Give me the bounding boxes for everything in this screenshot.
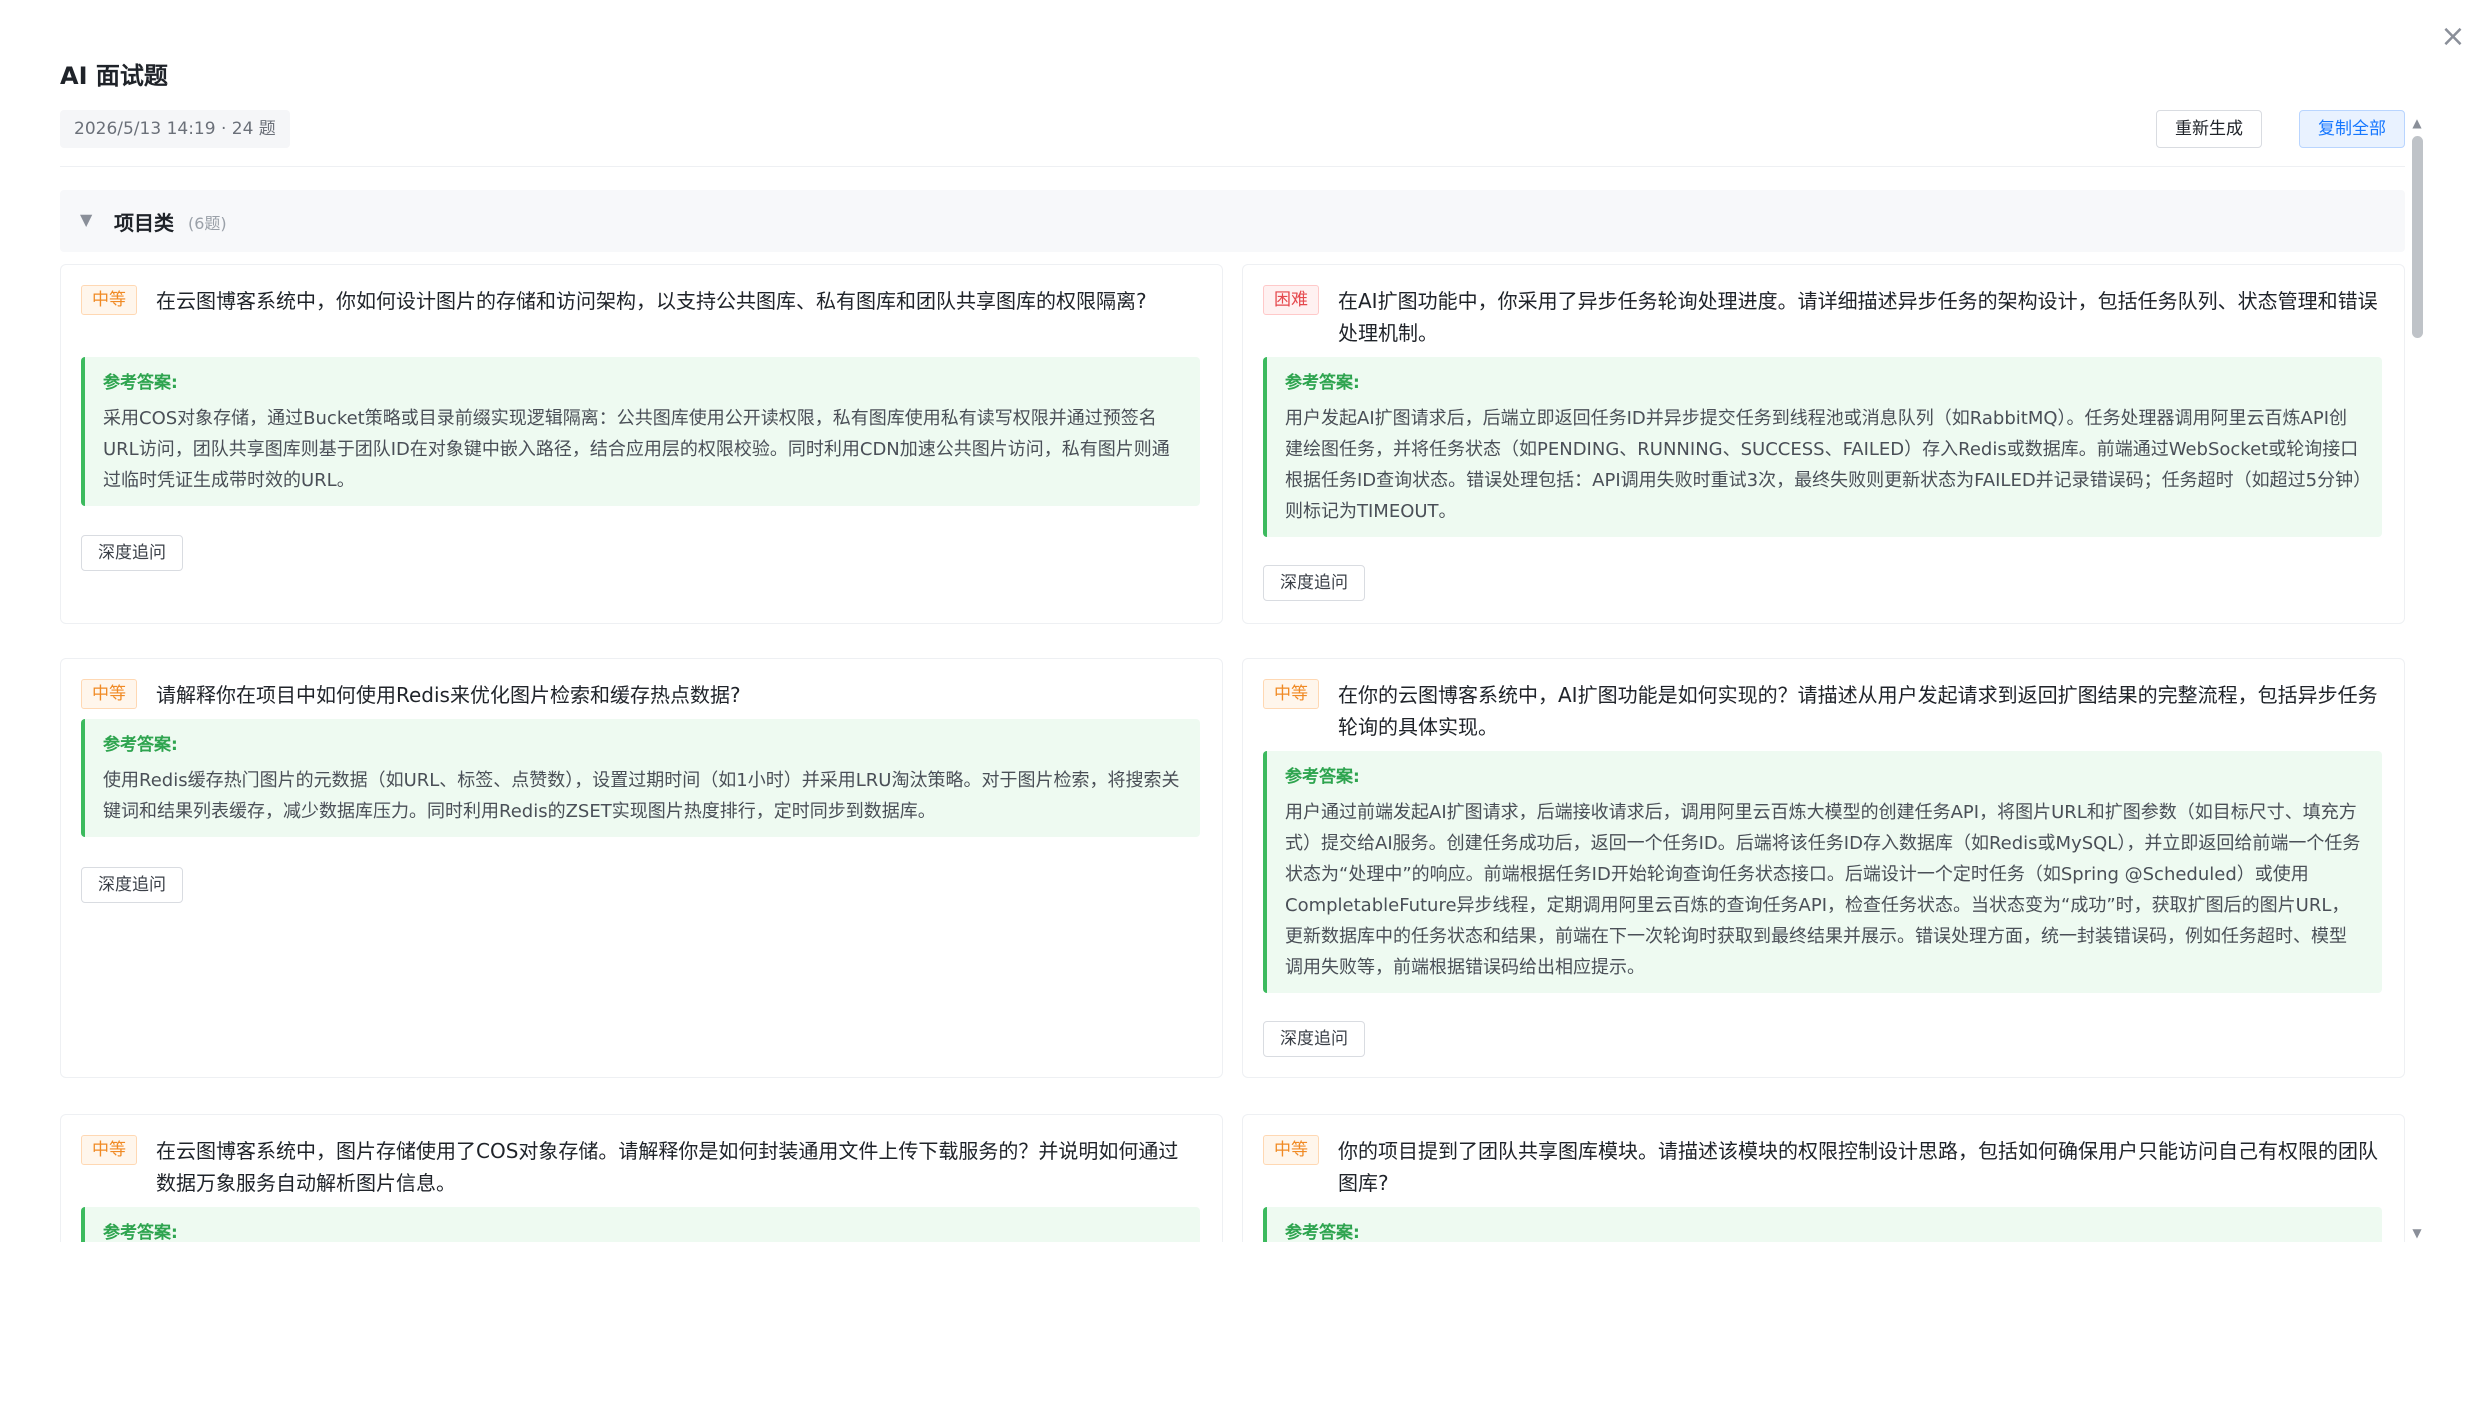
question-text: 在你的云图博客系统中，AI扩图功能是如何实现的？请描述从用户发起请求到返回扩图结…: [1338, 683, 2378, 739]
follow-up-button[interactable]: 深度追问: [81, 867, 183, 903]
close-icon[interactable]: ×: [2436, 20, 2470, 54]
answer-text: 使用Redis缓存热门图片的元数据（如URL、标签、点赞数），设置过期时间（如1…: [103, 770, 1180, 822]
copy-all-button[interactable]: 复制全部: [2299, 110, 2405, 148]
question-text: 你的项目提到了团队共享图库模块。请描述该模块的权限控制设计思路，包括如何确保用户…: [1338, 1139, 2378, 1195]
scrollbar-thumb[interactable]: [2412, 136, 2423, 338]
follow-up-button[interactable]: 深度追问: [1263, 565, 1365, 601]
question-card: 中等 在云图博客系统中，你如何设计图片的存储和访问架构，以支持公共图库、私有图库…: [60, 264, 1223, 624]
difficulty-badge: 中等: [81, 285, 137, 315]
question-card: 中等 在云图博客系统中，图片存储使用了COS对象存储。请解释你是如何封装通用文件…: [60, 1114, 1223, 1242]
answer-text: 采用COS对象存储，通过Bucket策略或目录前缀实现逻辑隔离：公共图库使用公开…: [103, 408, 1170, 491]
answer-label: 参考答案:: [103, 735, 178, 755]
interview-questions-dialog: × AI 面试题 2026/5/13 14:19 · 24 题 重新生成 复制全…: [0, 0, 2489, 1403]
answer-label: 参考答案:: [1285, 767, 1360, 787]
difficulty-badge: 中等: [81, 1135, 137, 1165]
reference-answer: 参考答案: 用户发起AI扩图请求后，后端立即返回任务ID并异步提交任务到线程池或…: [1263, 357, 2382, 537]
questions-scroll-area[interactable]: ▼ 项目类 (6题) 中等 在云图博客系统中，你如何设计图片的存储和访问架构，以…: [60, 190, 2405, 1242]
follow-up-button[interactable]: 深度追问: [81, 535, 183, 571]
dialog-title: AI 面试题: [60, 62, 168, 90]
follow-up-button[interactable]: 深度追问: [1263, 1021, 1365, 1057]
collapse-triangle-icon[interactable]: ▼: [80, 210, 92, 229]
answer-text: 用户通过前端发起AI扩图请求，后端接收请求后，调用阿里云百炼大模型的创建任务AP…: [1285, 802, 2361, 978]
answer-label: 参考答案:: [103, 373, 178, 393]
reference-answer: 参考答案:: [1263, 1207, 2382, 1242]
reference-answer: 参考答案: 用户通过前端发起AI扩图请求，后端接收请求后，调用阿里云百炼大模型的…: [1263, 751, 2382, 993]
section-count: (6题): [188, 214, 227, 233]
question-text: 请解释你在项目中如何使用Redis来优化图片检索和缓存热点数据?: [156, 683, 741, 707]
question-card: 中等 在你的云图博客系统中，AI扩图功能是如何实现的？请描述从用户发起请求到返回…: [1242, 658, 2405, 1078]
regenerate-button[interactable]: 重新生成: [2156, 110, 2262, 148]
generation-meta: 2026/5/13 14:19 · 24 题: [60, 110, 290, 148]
section-title: 项目类: [114, 211, 174, 235]
difficulty-badge: 中等: [1263, 679, 1319, 709]
question-text: 在云图博客系统中，你如何设计图片的存储和访问架构，以支持公共图库、私有图库和团队…: [156, 289, 1147, 313]
reference-answer: 参考答案:: [81, 1207, 1200, 1242]
scroll-up-arrow-icon[interactable]: ▲: [2409, 116, 2425, 130]
question-text: 在AI扩图功能中，你采用了异步任务轮询处理进度。请详细描述异步任务的架构设计，包…: [1338, 289, 2378, 345]
question-card: 中等 请解释你在项目中如何使用Redis来优化图片检索和缓存热点数据? 参考答案…: [60, 658, 1223, 1078]
answer-label: 参考答案:: [1285, 1223, 1360, 1242]
question-text: 在云图博客系统中，图片存储使用了COS对象存储。请解释你是如何封装通用文件上传下…: [156, 1139, 1179, 1195]
section-header-project[interactable]: ▼ 项目类 (6题): [60, 190, 2405, 252]
difficulty-badge: 中等: [1263, 1135, 1319, 1165]
question-card: 中等 你的项目提到了团队共享图库模块。请描述该模块的权限控制设计思路，包括如何确…: [1242, 1114, 2405, 1242]
question-card: 困难 在AI扩图功能中，你采用了异步任务轮询处理进度。请详细描述异步任务的架构设…: [1242, 264, 2405, 624]
difficulty-badge: 中等: [81, 679, 137, 709]
scrollbar[interactable]: ▲ ▼: [2409, 116, 2425, 1242]
answer-text: 用户发起AI扩图请求后，后端立即返回任务ID并异步提交任务到线程池或消息队列（如…: [1285, 408, 2363, 522]
header-divider: [60, 166, 2405, 167]
answer-label: 参考答案:: [1285, 373, 1360, 393]
reference-answer: 参考答案: 使用Redis缓存热门图片的元数据（如URL、标签、点赞数），设置过…: [81, 719, 1200, 837]
reference-answer: 参考答案: 采用COS对象存储，通过Bucket策略或目录前缀实现逻辑隔离：公共…: [81, 357, 1200, 506]
scroll-down-arrow-icon[interactable]: ▼: [2409, 1226, 2425, 1240]
answer-label: 参考答案:: [103, 1223, 178, 1242]
difficulty-badge: 困难: [1263, 285, 1319, 315]
